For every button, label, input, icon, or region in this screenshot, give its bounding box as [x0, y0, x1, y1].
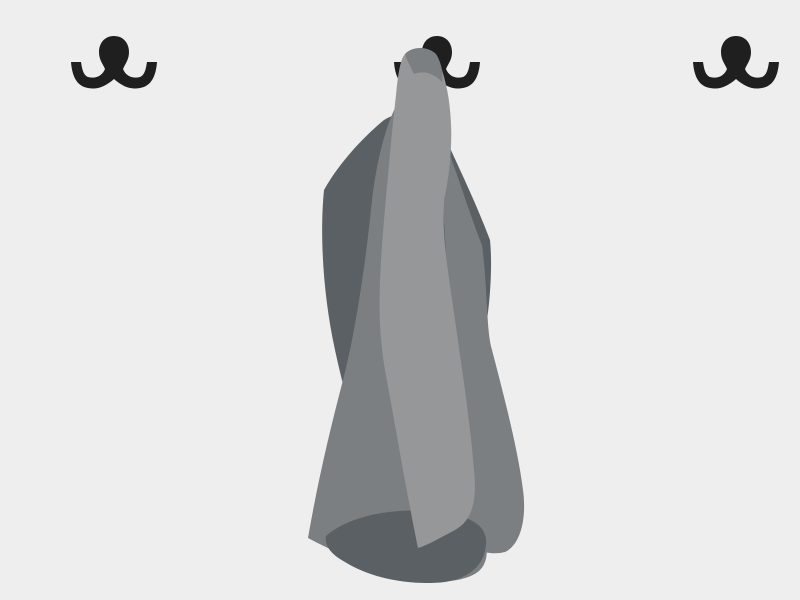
scene	[0, 0, 800, 600]
